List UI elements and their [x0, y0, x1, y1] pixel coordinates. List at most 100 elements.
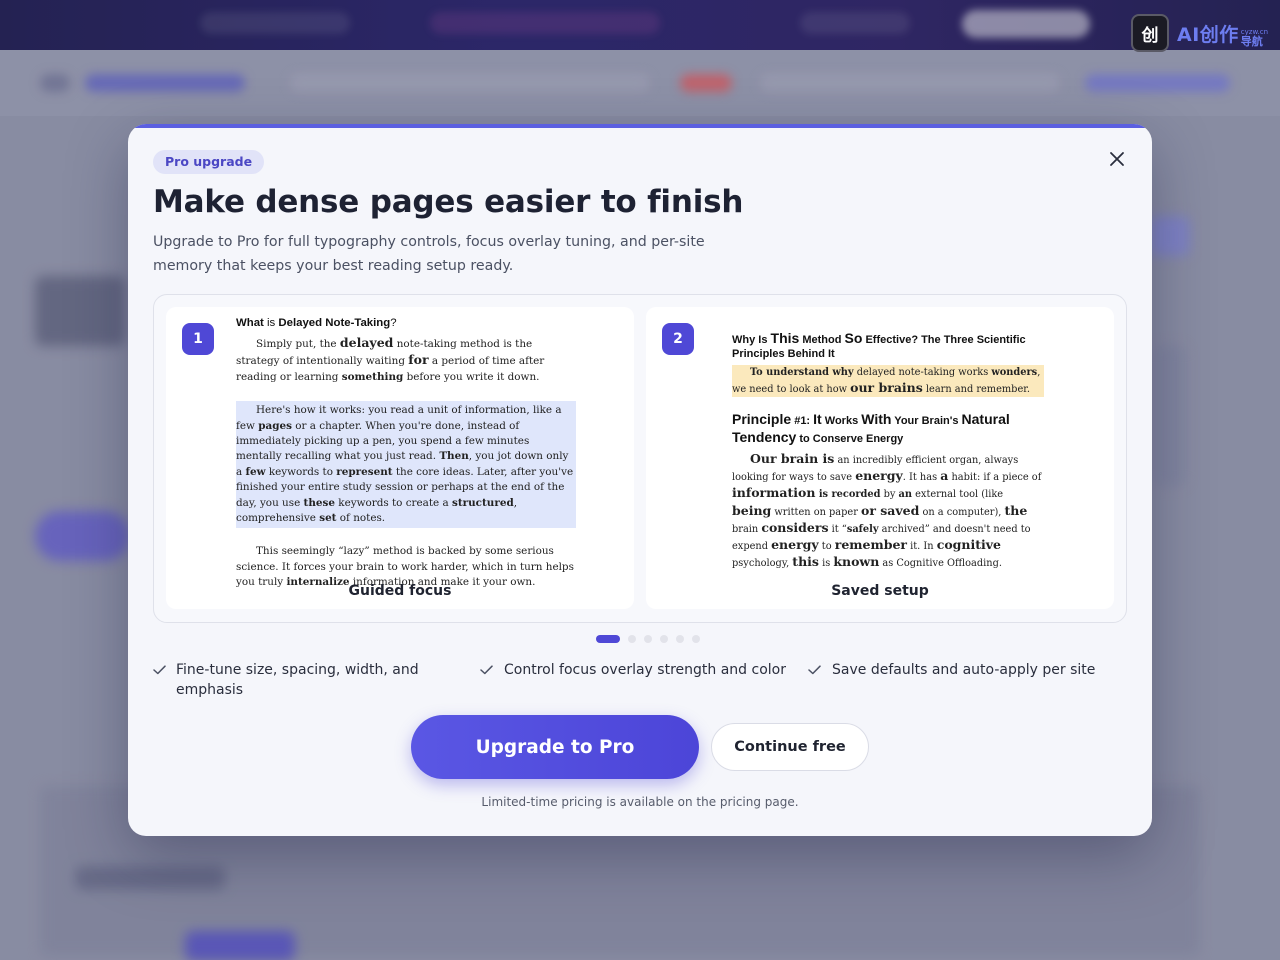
preview-text: Your Brain's — [891, 415, 962, 427]
preview-text: of notes. — [336, 512, 386, 525]
preview-document: Why Is This Method So Effective? The Thr… — [732, 331, 1044, 571]
preview-text: is — [818, 558, 834, 570]
preview-text: What — [236, 317, 264, 329]
preview-heading: What is Delayed Note-Taking? — [236, 317, 576, 329]
preview-text: Delayed Note-Taking — [278, 317, 391, 329]
preview-text: to Conserve Energy — [796, 433, 904, 445]
preview-text: information — [732, 485, 816, 501]
preview-text: wonders — [991, 367, 1038, 378]
preview-text: Simply put, the — [256, 338, 340, 350]
preview-text: . It has — [902, 472, 941, 484]
carousel-dot-4[interactable] — [660, 635, 668, 643]
carousel-slide-saved-setup[interactable]: 2 Why Is This Method So Effective? The T… — [646, 307, 1114, 609]
preview-text: keywords to create a — [334, 496, 452, 509]
preview-text: before you write it down. — [403, 370, 540, 383]
close-icon — [1110, 152, 1124, 166]
carousel-pagination — [596, 635, 700, 643]
preview-heading: Why Is This Method So Effective? The Thr… — [732, 331, 1044, 361]
modal-description: Upgrade to Pro for full typography contr… — [153, 234, 705, 274]
preview-text: To understand why — [750, 367, 854, 378]
feature-text: Control focus overlay strength and color — [504, 662, 786, 678]
preview-text: With — [861, 411, 892, 427]
preview-text: set — [319, 512, 337, 525]
preview-text: something — [341, 370, 404, 383]
preview-document: What is Delayed Note-Taking? Simply put,… — [236, 317, 576, 591]
pro-upgrade-badge: Pro upgrade — [153, 150, 265, 174]
preview-text: known — [833, 554, 880, 570]
preview-text: cognitive — [936, 537, 1001, 553]
preview-text: or saved — [861, 502, 920, 518]
preview-text: delayed — [339, 335, 394, 350]
preview-text: our brains — [850, 380, 923, 395]
modal-title: Make dense pages easier to finish — [153, 184, 744, 220]
preview-text: It — [827, 348, 835, 360]
preview-text: is — [263, 317, 279, 329]
preview-text: Why Is — [732, 334, 771, 346]
close-button[interactable] — [1104, 146, 1130, 172]
preview-text: to — [818, 541, 835, 553]
preview-text: safely — [846, 523, 879, 535]
preview-text: is recorded — [815, 489, 881, 501]
carousel-dot-2[interactable] — [628, 635, 636, 643]
feature-item: Control focus overlay strength and color — [480, 660, 800, 680]
continue-free-button[interactable]: Continue free — [711, 723, 869, 771]
preview-text: being — [732, 502, 772, 518]
preview-text: written on paper — [771, 506, 861, 518]
preview-text: considers — [761, 519, 829, 535]
preview-text: this — [792, 554, 819, 570]
preview-text: energy — [771, 537, 819, 553]
preview-text: as Cognitive Offloading. — [879, 558, 1002, 570]
preview-text: by — [880, 489, 899, 501]
carousel-dot-5[interactable] — [676, 635, 684, 643]
preview-text: Our brain is — [750, 451, 835, 466]
check-icon — [480, 660, 494, 680]
preview-text: it. In — [907, 541, 937, 553]
check-icon — [153, 660, 166, 680]
preview-paragraph-highlighted: Here's how it works: you read a unit of … — [236, 401, 576, 529]
site-logo[interactable]: 创 AI创作 cyzw.cn 导航 — [1131, 14, 1268, 52]
logo-mark: 创 — [1131, 14, 1169, 52]
preview-text: It — [813, 411, 822, 427]
preview-text: keywords to — [265, 465, 337, 478]
preview-text: these — [303, 496, 335, 509]
check-icon — [808, 660, 822, 680]
carousel-dot-3[interactable] — [644, 635, 652, 643]
feature-text: Save defaults and auto-apply per site — [832, 662, 1096, 678]
preview-text: an — [898, 489, 913, 501]
preview-text: brain — [732, 523, 762, 535]
preview-text: This — [770, 330, 800, 346]
preview-text: Works — [821, 415, 862, 427]
preview-text: Principle — [732, 411, 792, 427]
preview-text: habit: if a piece of — [948, 472, 1042, 484]
preview-paragraph: Simply put, the delayed note-taking meth… — [236, 335, 576, 385]
preview-text: psychology, — [732, 558, 793, 570]
slide-caption: Guided focus — [348, 583, 452, 599]
preview-text: few — [245, 465, 266, 478]
carousel-dot-1[interactable] — [596, 635, 620, 643]
feature-item: Fine-tune size, spacing, width, and emph… — [153, 660, 443, 700]
preview-text: on a computer), — [919, 506, 1005, 518]
feature-carousel[interactable]: 1 What is Delayed Note-Taking? Simply pu… — [153, 294, 1127, 623]
preview-text: it “ — [828, 523, 847, 535]
logo-main-text: AI创作 — [1177, 23, 1239, 46]
preview-text: delayed note-taking works — [853, 367, 992, 378]
modal-accent-bar — [128, 124, 1152, 128]
step-number: 2 — [662, 323, 694, 355]
preview-text: Method — [799, 334, 845, 346]
pricing-note: Limited-time pricing is available on the… — [481, 795, 799, 809]
preview-paragraph: Our brain is an incredibly efficient org… — [732, 451, 1044, 571]
preview-text: #1: — [791, 415, 814, 427]
logo-side: cyzw.cn 导航 — [1241, 28, 1268, 47]
carousel-slide-guided-focus[interactable]: 1 What is Delayed Note-Taking? Simply pu… — [166, 307, 634, 609]
slide-caption: Saved setup — [831, 583, 929, 599]
preview-paragraph-highlighted: To understand why delayed note-taking wo… — [732, 365, 1044, 397]
upgrade-to-pro-button[interactable]: Upgrade to Pro — [411, 715, 699, 779]
upgrade-modal: Pro upgrade Make dense pages easier to f… — [128, 124, 1152, 836]
carousel-dot-6[interactable] — [692, 635, 700, 643]
preview-text: learn and remember. — [922, 384, 1030, 395]
preview-text: structured — [452, 496, 514, 509]
preview-text: ? — [390, 317, 397, 329]
preview-text: pages — [258, 419, 292, 432]
step-number: 1 — [182, 323, 214, 355]
feature-text: Fine-tune size, spacing, width, and emph… — [176, 662, 419, 698]
